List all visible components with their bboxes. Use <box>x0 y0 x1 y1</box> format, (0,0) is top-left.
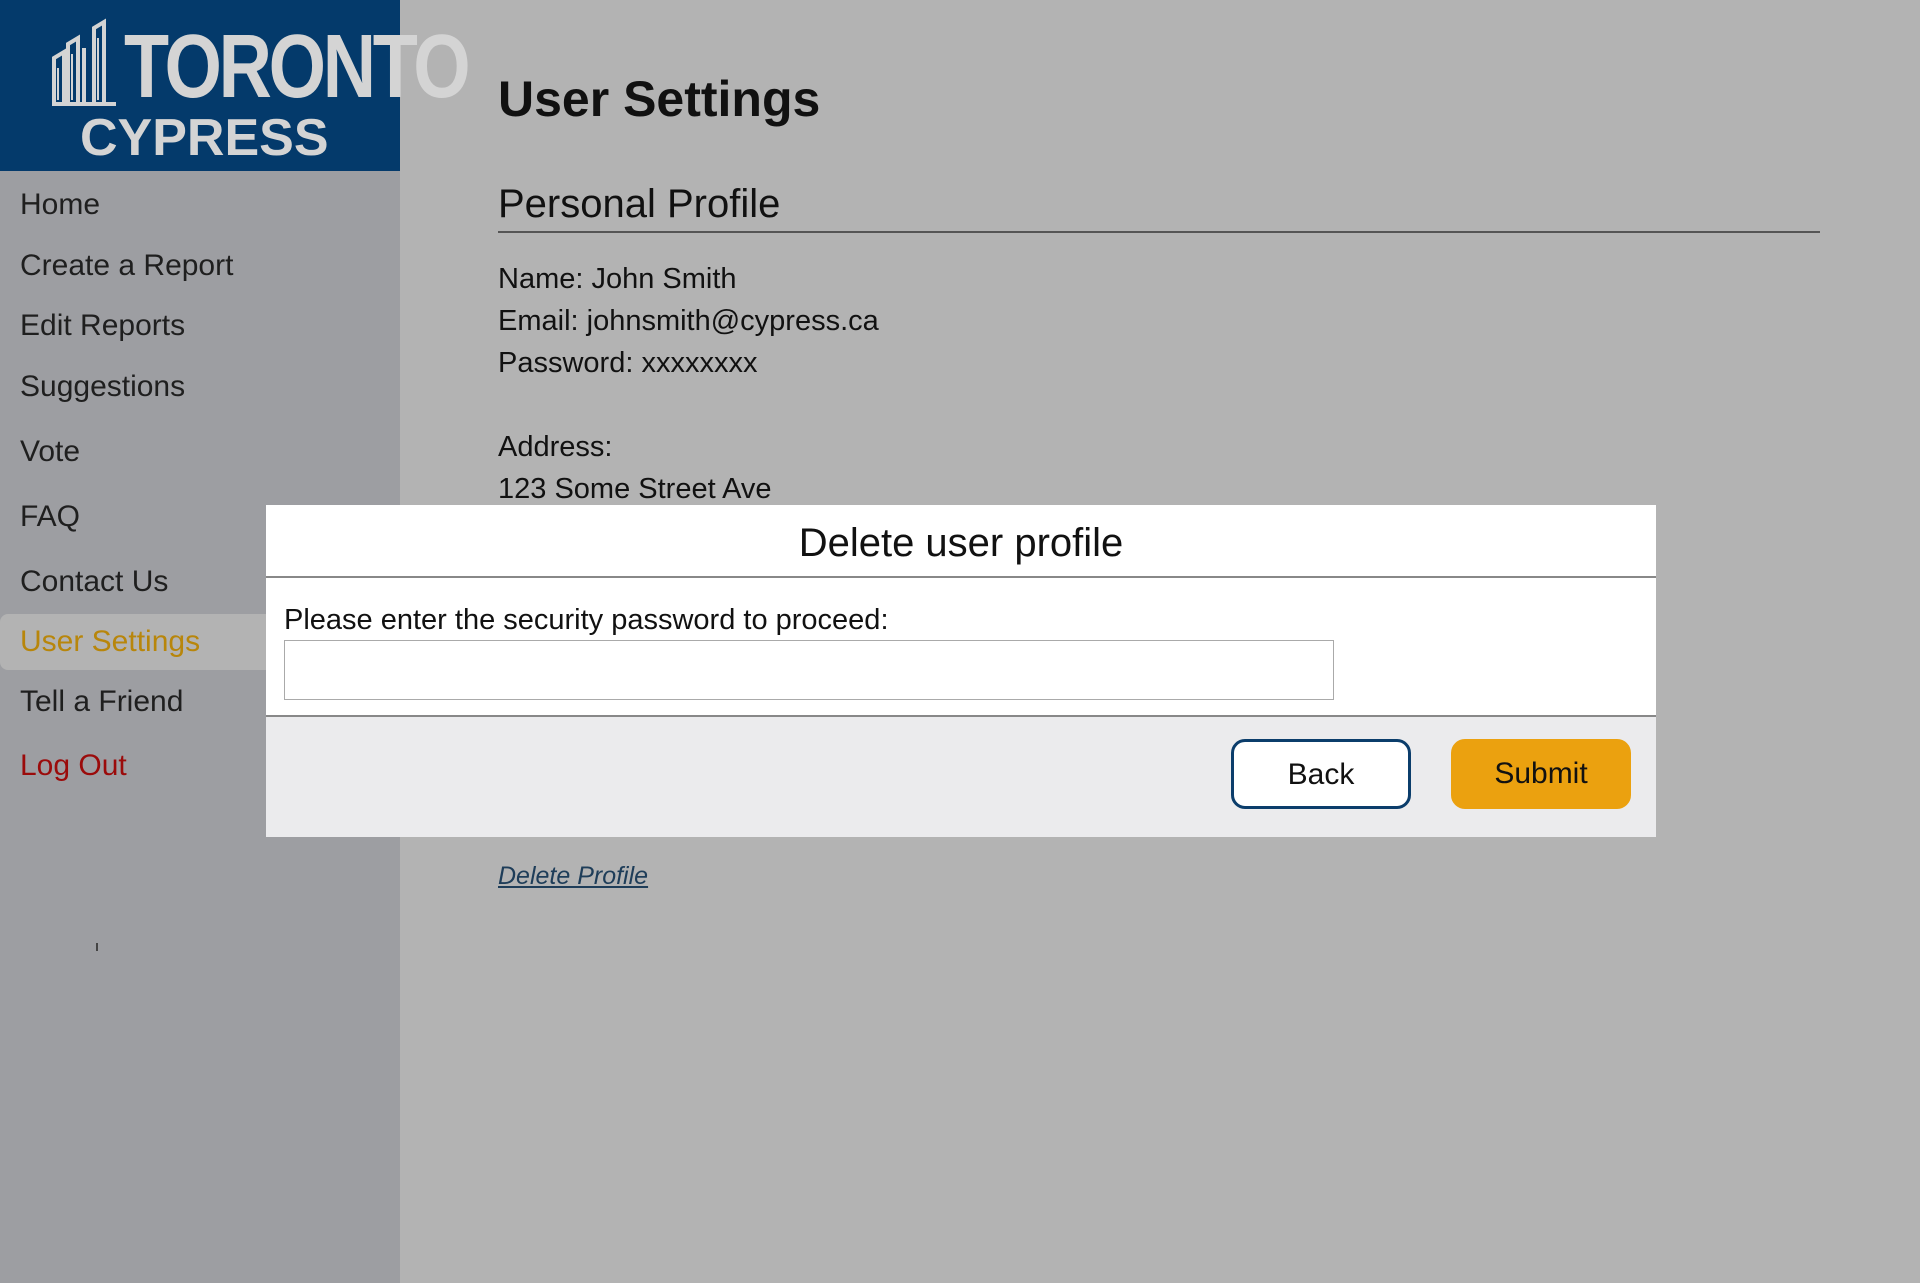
delete-profile-link[interactable]: Delete Profile <box>498 862 648 891</box>
delete-profile-dialog: Delete user profile Please enter the sec… <box>266 505 1656 837</box>
logo-text-cypress: CYPRESS <box>80 109 329 167</box>
section-divider <box>498 231 1820 233</box>
profile-name: Name: John Smith <box>498 263 737 295</box>
section-title: Personal Profile <box>498 182 781 226</box>
security-password-input[interactable] <box>284 640 1334 700</box>
dialog-prompt: Please enter the security password to pr… <box>284 604 889 636</box>
dialog-title: Delete user profile <box>798 521 1124 565</box>
profile-email: Email: johnsmith@cypress.ca <box>498 305 879 337</box>
sidebar-item-home[interactable]: Home <box>0 179 400 231</box>
sidebar-item-vote[interactable]: Vote <box>0 426 400 478</box>
page-title: User Settings <box>498 71 821 127</box>
profile-address-label: Address: <box>498 431 613 463</box>
back-button[interactable]: Back <box>1231 739 1411 809</box>
profile-address-line1: 123 Some Street Ave <box>498 473 772 505</box>
submit-button[interactable]: Submit <box>1451 739 1631 809</box>
dialog-footer <box>266 715 1656 837</box>
dialog-header: Delete user profile <box>266 505 1656 578</box>
sidebar-item-create-report[interactable]: Create a Report <box>0 240 400 292</box>
sidebar-item-suggestions[interactable]: Suggestions <box>0 361 400 413</box>
sidebar-divider-mark <box>96 943 98 951</box>
city-skyline-icon <box>52 18 116 106</box>
sidebar-item-edit-reports[interactable]: Edit Reports <box>0 300 400 352</box>
profile-password: Password: xxxxxxxx <box>498 347 758 379</box>
toronto-cypress-logo[interactable]: TORONTO CYPRESS <box>0 0 471 171</box>
